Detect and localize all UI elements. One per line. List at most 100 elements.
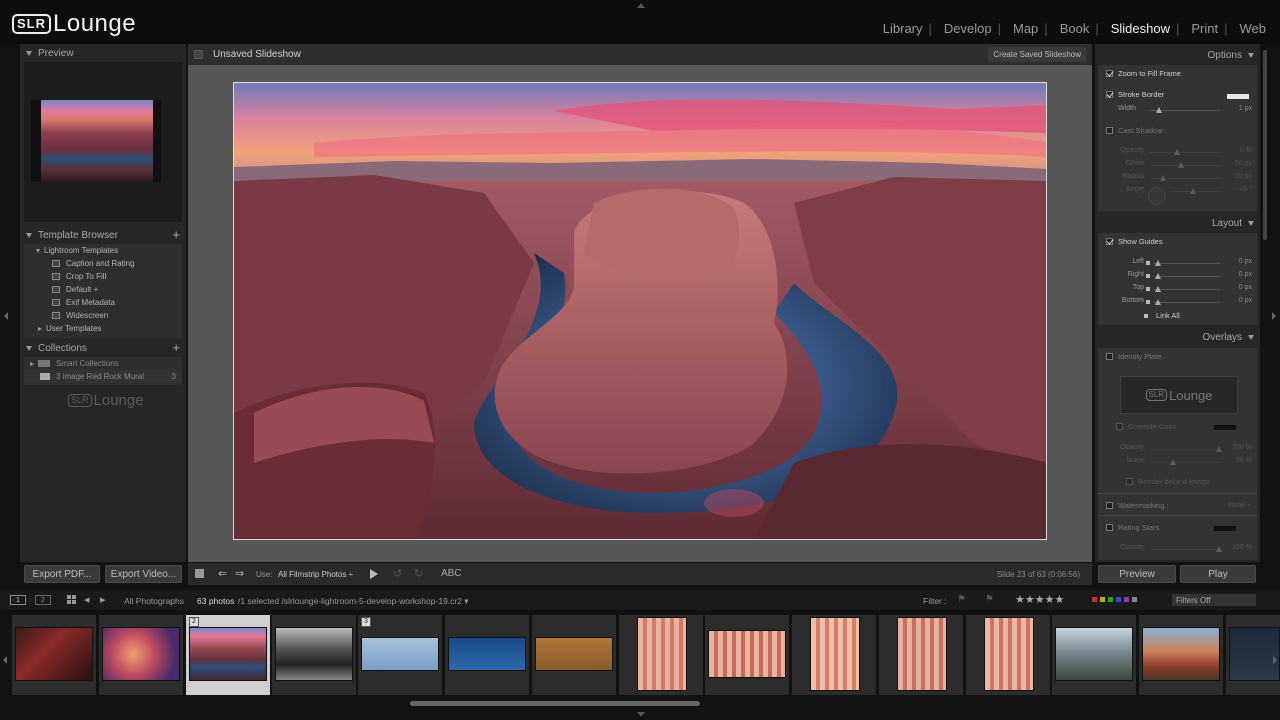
- slider-knob[interactable]: [1155, 299, 1161, 305]
- next-slide-icon[interactable]: ⇒: [235, 567, 244, 580]
- slide-photo[interactable]: [233, 82, 1047, 540]
- slider-value[interactable]: 100 %: [1232, 544, 1252, 551]
- stroke-width-slider[interactable]: Width 1 px: [1106, 105, 1256, 115]
- options-header[interactable]: Options: [1095, 44, 1260, 66]
- previous-slide-icon[interactable]: ⇐: [218, 567, 227, 580]
- layout-header[interactable]: Layout: [1095, 212, 1260, 234]
- rating-stars-checkbox[interactable]: Rating Stars: [1106, 523, 1159, 532]
- filmstrip-cell[interactable]: [879, 615, 963, 695]
- module-web[interactable]: Web: [1234, 21, 1273, 36]
- slider-value[interactable]: 90 %: [1236, 457, 1252, 464]
- template-item[interactable]: Default +: [24, 283, 182, 296]
- yellow-label-filter-icon[interactable]: [1100, 597, 1105, 602]
- shadow-opacity-slider[interactable]: Opacity 0 %: [1106, 147, 1256, 157]
- watermark-select[interactable]: None ÷: [1228, 502, 1251, 509]
- create-saved-slideshow-button[interactable]: Create Saved Slideshow: [988, 47, 1086, 62]
- filmstrip-scroll-right-icon[interactable]: [1273, 656, 1277, 664]
- forward-arrow-icon[interactable]: ▸: [100, 593, 106, 606]
- purple-label-filter-icon[interactable]: [1124, 597, 1129, 602]
- filmstrip-cell[interactable]: [619, 615, 703, 695]
- slider-knob[interactable]: [1155, 260, 1161, 266]
- add-template-icon[interactable]: +: [172, 227, 180, 242]
- angle-dial-icon[interactable]: [1148, 187, 1166, 205]
- filter-preset-select[interactable]: Filters Off: [1172, 594, 1256, 606]
- slider-value[interactable]: 1 px: [1239, 105, 1252, 112]
- slider-value[interactable]: 0 px: [1239, 258, 1252, 265]
- slider-track[interactable]: [1150, 152, 1220, 153]
- filmstrip-cell-selected[interactable]: 2: [186, 615, 270, 695]
- zoom-to-fill-checkbox[interactable]: Zoom to Fill Frame: [1106, 69, 1181, 78]
- slider-value[interactable]: 0 px: [1239, 284, 1252, 291]
- show-guides-checkbox[interactable]: Show Guides: [1106, 237, 1163, 246]
- stroke-color-swatch[interactable]: [1227, 94, 1249, 99]
- slider-value[interactable]: 10 px: [1235, 173, 1252, 180]
- slider-track[interactable]: [1172, 191, 1220, 192]
- slider-value[interactable]: -45 °: [1237, 186, 1252, 193]
- filmstrip-cell[interactable]: [532, 615, 616, 695]
- slider-knob[interactable]: [1170, 459, 1176, 465]
- slider-track[interactable]: [1154, 263, 1220, 264]
- slider-value[interactable]: 0 px: [1239, 271, 1252, 278]
- layout-top-slider[interactable]: Top 0 px: [1106, 284, 1256, 294]
- slider-track[interactable]: [1150, 549, 1220, 550]
- export-video-button[interactable]: Export Video...: [105, 565, 182, 583]
- preview-play-icon[interactable]: [370, 569, 378, 579]
- filmstrip-scroll-left-icon[interactable]: [3, 656, 7, 664]
- blue-label-filter-icon[interactable]: [1116, 597, 1121, 602]
- slider-value[interactable]: 0 px: [1239, 297, 1252, 304]
- add-collection-icon[interactable]: +: [172, 340, 180, 355]
- layout-left-slider[interactable]: Left 0 px: [1106, 258, 1256, 268]
- filmstrip-cell[interactable]: [705, 615, 789, 695]
- shadow-offset-slider[interactable]: Offset 50 px: [1106, 160, 1256, 170]
- flag-filter-icon[interactable]: ⚑: [957, 594, 966, 605]
- module-develop[interactable]: Develop |: [938, 21, 1007, 36]
- slider-track[interactable]: [1154, 276, 1220, 277]
- template-item[interactable]: Caption and Rating: [24, 257, 182, 270]
- export-pdf-button[interactable]: Export PDF...: [24, 565, 100, 583]
- filmstrip-cell[interactable]: [1139, 615, 1223, 695]
- slider-knob[interactable]: [1160, 175, 1166, 181]
- rotate-right-icon[interactable]: ↻: [414, 567, 423, 580]
- override-color-checkbox[interactable]: Override Color: [1116, 422, 1177, 431]
- filmstrip-source[interactable]: All Photographs: [124, 596, 184, 606]
- grid-view-icon[interactable]: [67, 595, 76, 604]
- filmstrip-scrollbar[interactable]: [410, 701, 700, 706]
- identity-plate-preview[interactable]: SLR Lounge: [1120, 376, 1238, 414]
- preview-panel-header[interactable]: Preview: [20, 44, 186, 62]
- filmstrip-cell[interactable]: [12, 615, 96, 695]
- link-checkbox[interactable]: [1146, 274, 1150, 278]
- slider-knob[interactable]: [1190, 188, 1196, 194]
- back-arrow-icon[interactable]: ◂: [84, 593, 90, 606]
- collapse-top-panel-icon[interactable]: [637, 3, 645, 8]
- cast-shadow-checkbox[interactable]: Cast Shadow: [1106, 126, 1163, 135]
- smart-collections-folder[interactable]: Smart Collections: [24, 357, 182, 370]
- slider-knob[interactable]: [1155, 286, 1161, 292]
- collection-item[interactable]: 3 image Red Rock Mural 3: [24, 370, 182, 383]
- rotate-left-icon[interactable]: ↺: [393, 567, 402, 580]
- right-panel-scrollbar[interactable]: [1263, 50, 1267, 240]
- user-templates-folder[interactable]: User Templates: [24, 322, 182, 335]
- slider-knob[interactable]: [1174, 149, 1180, 155]
- slider-track[interactable]: [1150, 165, 1220, 166]
- slider-knob[interactable]: [1216, 446, 1222, 452]
- slider-knob[interactable]: [1178, 162, 1184, 168]
- slider-knob[interactable]: [1155, 273, 1161, 279]
- link-checkbox[interactable]: [1146, 261, 1150, 265]
- module-print[interactable]: Print |: [1185, 21, 1233, 36]
- header-checkbox[interactable]: [194, 50, 203, 59]
- collections-header[interactable]: Collections +: [20, 339, 186, 357]
- slider-value[interactable]: 50 px: [1235, 160, 1252, 167]
- red-label-filter-icon[interactable]: [1092, 597, 1097, 602]
- layout-bottom-slider[interactable]: Bottom 0 px: [1106, 297, 1256, 307]
- plate-scale-slider[interactable]: Scale 90 %: [1106, 457, 1256, 467]
- shadow-angle-slider[interactable]: Angle -45 °: [1106, 186, 1256, 196]
- filmstrip-cell[interactable]: [1052, 615, 1136, 695]
- override-color-swatch[interactable]: [1214, 425, 1236, 430]
- template-item[interactable]: Crop To Fill: [24, 270, 182, 283]
- filmstrip-cell[interactable]: [99, 615, 183, 695]
- layout-right-slider[interactable]: Right 0 px: [1106, 271, 1256, 281]
- link-checkbox[interactable]: [1146, 300, 1150, 304]
- reject-filter-icon[interactable]: ⚑: [985, 594, 994, 605]
- slider-value[interactable]: 100 %: [1232, 444, 1252, 451]
- filmstrip-cell[interactable]: [1226, 615, 1280, 695]
